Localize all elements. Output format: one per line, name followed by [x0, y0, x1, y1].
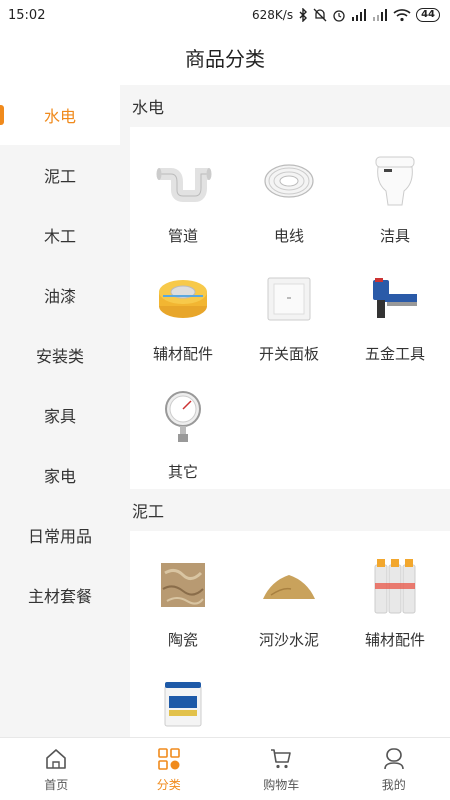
- sidebar-item-label: 油漆: [43, 287, 76, 306]
- status-time: 15:02: [8, 7, 46, 23]
- sidebar-item-jiaju[interactable]: 家具: [0, 385, 120, 445]
- sidebar-item-label: 木工: [43, 227, 76, 246]
- sidebar-item-youqi[interactable]: 油漆: [0, 265, 120, 325]
- signal-icon: [372, 8, 388, 22]
- section-title: 泥工: [132, 502, 165, 521]
- category-icon: [156, 746, 182, 772]
- paint-bucket-icon: [151, 671, 215, 735]
- category-cell-ceramic[interactable]: 陶瓷: [130, 539, 236, 657]
- sidebar-item-mugong[interactable]: 木工: [0, 205, 120, 265]
- network-speed: 628K/s: [252, 8, 294, 22]
- sidebar-item-label: 家电: [43, 467, 76, 486]
- bottom-tab-bar: 首页 分类 购物车 我的: [0, 737, 450, 800]
- product-grid: 管道 电线 洁具 辅材配件 开关面板 五金工具 其它: [130, 127, 450, 489]
- sidebar-item-label: 日常用品: [27, 527, 92, 546]
- sidebar-item-richang[interactable]: 日常用品: [0, 505, 120, 565]
- category-cell-hardware-tools[interactable]: 五金工具: [342, 253, 448, 371]
- switch-panel-icon: [257, 267, 321, 331]
- sidebar-item-label: 安装类: [35, 347, 84, 366]
- sidebar-item-label: 主材套餐: [27, 587, 92, 606]
- category-label: 电线: [273, 227, 304, 245]
- sidebar-item-label: 家具: [43, 407, 76, 426]
- tile-icon: [151, 553, 215, 617]
- category-cell-pipe[interactable]: 管道: [130, 135, 236, 253]
- toilet-icon: [363, 149, 427, 213]
- tab-profile[interactable]: 我的: [338, 738, 450, 800]
- tape-roll-icon: [151, 267, 215, 331]
- tab-label: 首页: [44, 777, 69, 792]
- sidebar-item-nigong[interactable]: 泥工: [0, 145, 120, 205]
- category-label: 辅材配件: [364, 631, 425, 649]
- category-cell-wire[interactable]: 电线: [236, 135, 342, 253]
- nail-gun-icon: [363, 267, 427, 331]
- sidebar-item-anzhuang[interactable]: 安装类: [0, 325, 120, 385]
- category-label: 其它: [167, 463, 198, 481]
- alarm-icon: [332, 8, 346, 22]
- pressure-gauge-icon: [151, 385, 215, 449]
- tab-cart[interactable]: 购物车: [225, 738, 338, 800]
- category-cell-other[interactable]: 其它: [130, 371, 236, 489]
- product-grid: 陶瓷 河沙水泥 辅材配件: [130, 531, 450, 737]
- category-cell-sand-cement[interactable]: 河沙水泥: [236, 539, 342, 657]
- tab-label: 我的: [381, 777, 406, 792]
- sidebar-item-label: 泥工: [43, 167, 76, 186]
- sidebar-item-shuidian[interactable]: 水电: [0, 85, 120, 145]
- pipe-icon: [151, 149, 215, 213]
- category-label: 陶瓷: [167, 631, 198, 649]
- home-icon: [43, 746, 69, 772]
- category-cell-sanitary[interactable]: 洁具: [342, 135, 448, 253]
- category-label: 河沙水泥: [258, 631, 319, 649]
- tab-home[interactable]: 首页: [0, 738, 113, 800]
- page-title: 商品分类: [185, 47, 265, 71]
- cart-icon: [268, 746, 294, 772]
- category-label: 辅材配件: [152, 345, 213, 363]
- sealant-tubes-icon: [363, 553, 427, 617]
- wifi-icon: [393, 8, 411, 22]
- tab-category[interactable]: 分类: [113, 738, 226, 800]
- category-content: 水电 管道 电线 洁具 辅材配件 开关面板 五金工具 其它 泥工 陶瓷 河沙水泥…: [120, 85, 450, 737]
- category-label: 开关面板: [258, 345, 319, 363]
- category-label: 管道: [167, 227, 198, 245]
- hd-signal-icon: [351, 8, 367, 22]
- wire-coil-icon: [257, 149, 321, 213]
- category-cell-accessories[interactable]: 辅材配件: [130, 253, 236, 371]
- tab-label: 购物车: [263, 777, 300, 792]
- profile-icon: [381, 746, 407, 772]
- section-title: 水电: [132, 98, 165, 117]
- status-bar: 15:02 628K/s 44: [0, 0, 450, 30]
- sidebar-item-label: 水电: [43, 107, 76, 126]
- category-cell-paint[interactable]: [130, 657, 236, 737]
- category-label: 五金工具: [364, 345, 425, 363]
- header: 商品分类: [0, 30, 450, 85]
- category-cell-sealant[interactable]: 辅材配件: [342, 539, 448, 657]
- bluetooth-icon: [298, 8, 308, 22]
- category-cell-switch-panel[interactable]: 开关面板: [236, 253, 342, 371]
- category-sidebar: 水电 泥工 木工 油漆 安装类 家具 家电 日常用品 主材套餐: [0, 85, 120, 737]
- sand-pile-icon: [257, 553, 321, 617]
- sidebar-item-jiadian[interactable]: 家电: [0, 445, 120, 505]
- tab-label: 分类: [156, 777, 181, 792]
- sidebar-item-zhucai[interactable]: 主材套餐: [0, 565, 120, 625]
- mute-bell-icon: [313, 8, 327, 22]
- category-label: 洁具: [379, 227, 410, 245]
- battery-indicator: 44: [416, 8, 440, 22]
- status-icons: 628K/s 44: [252, 8, 440, 22]
